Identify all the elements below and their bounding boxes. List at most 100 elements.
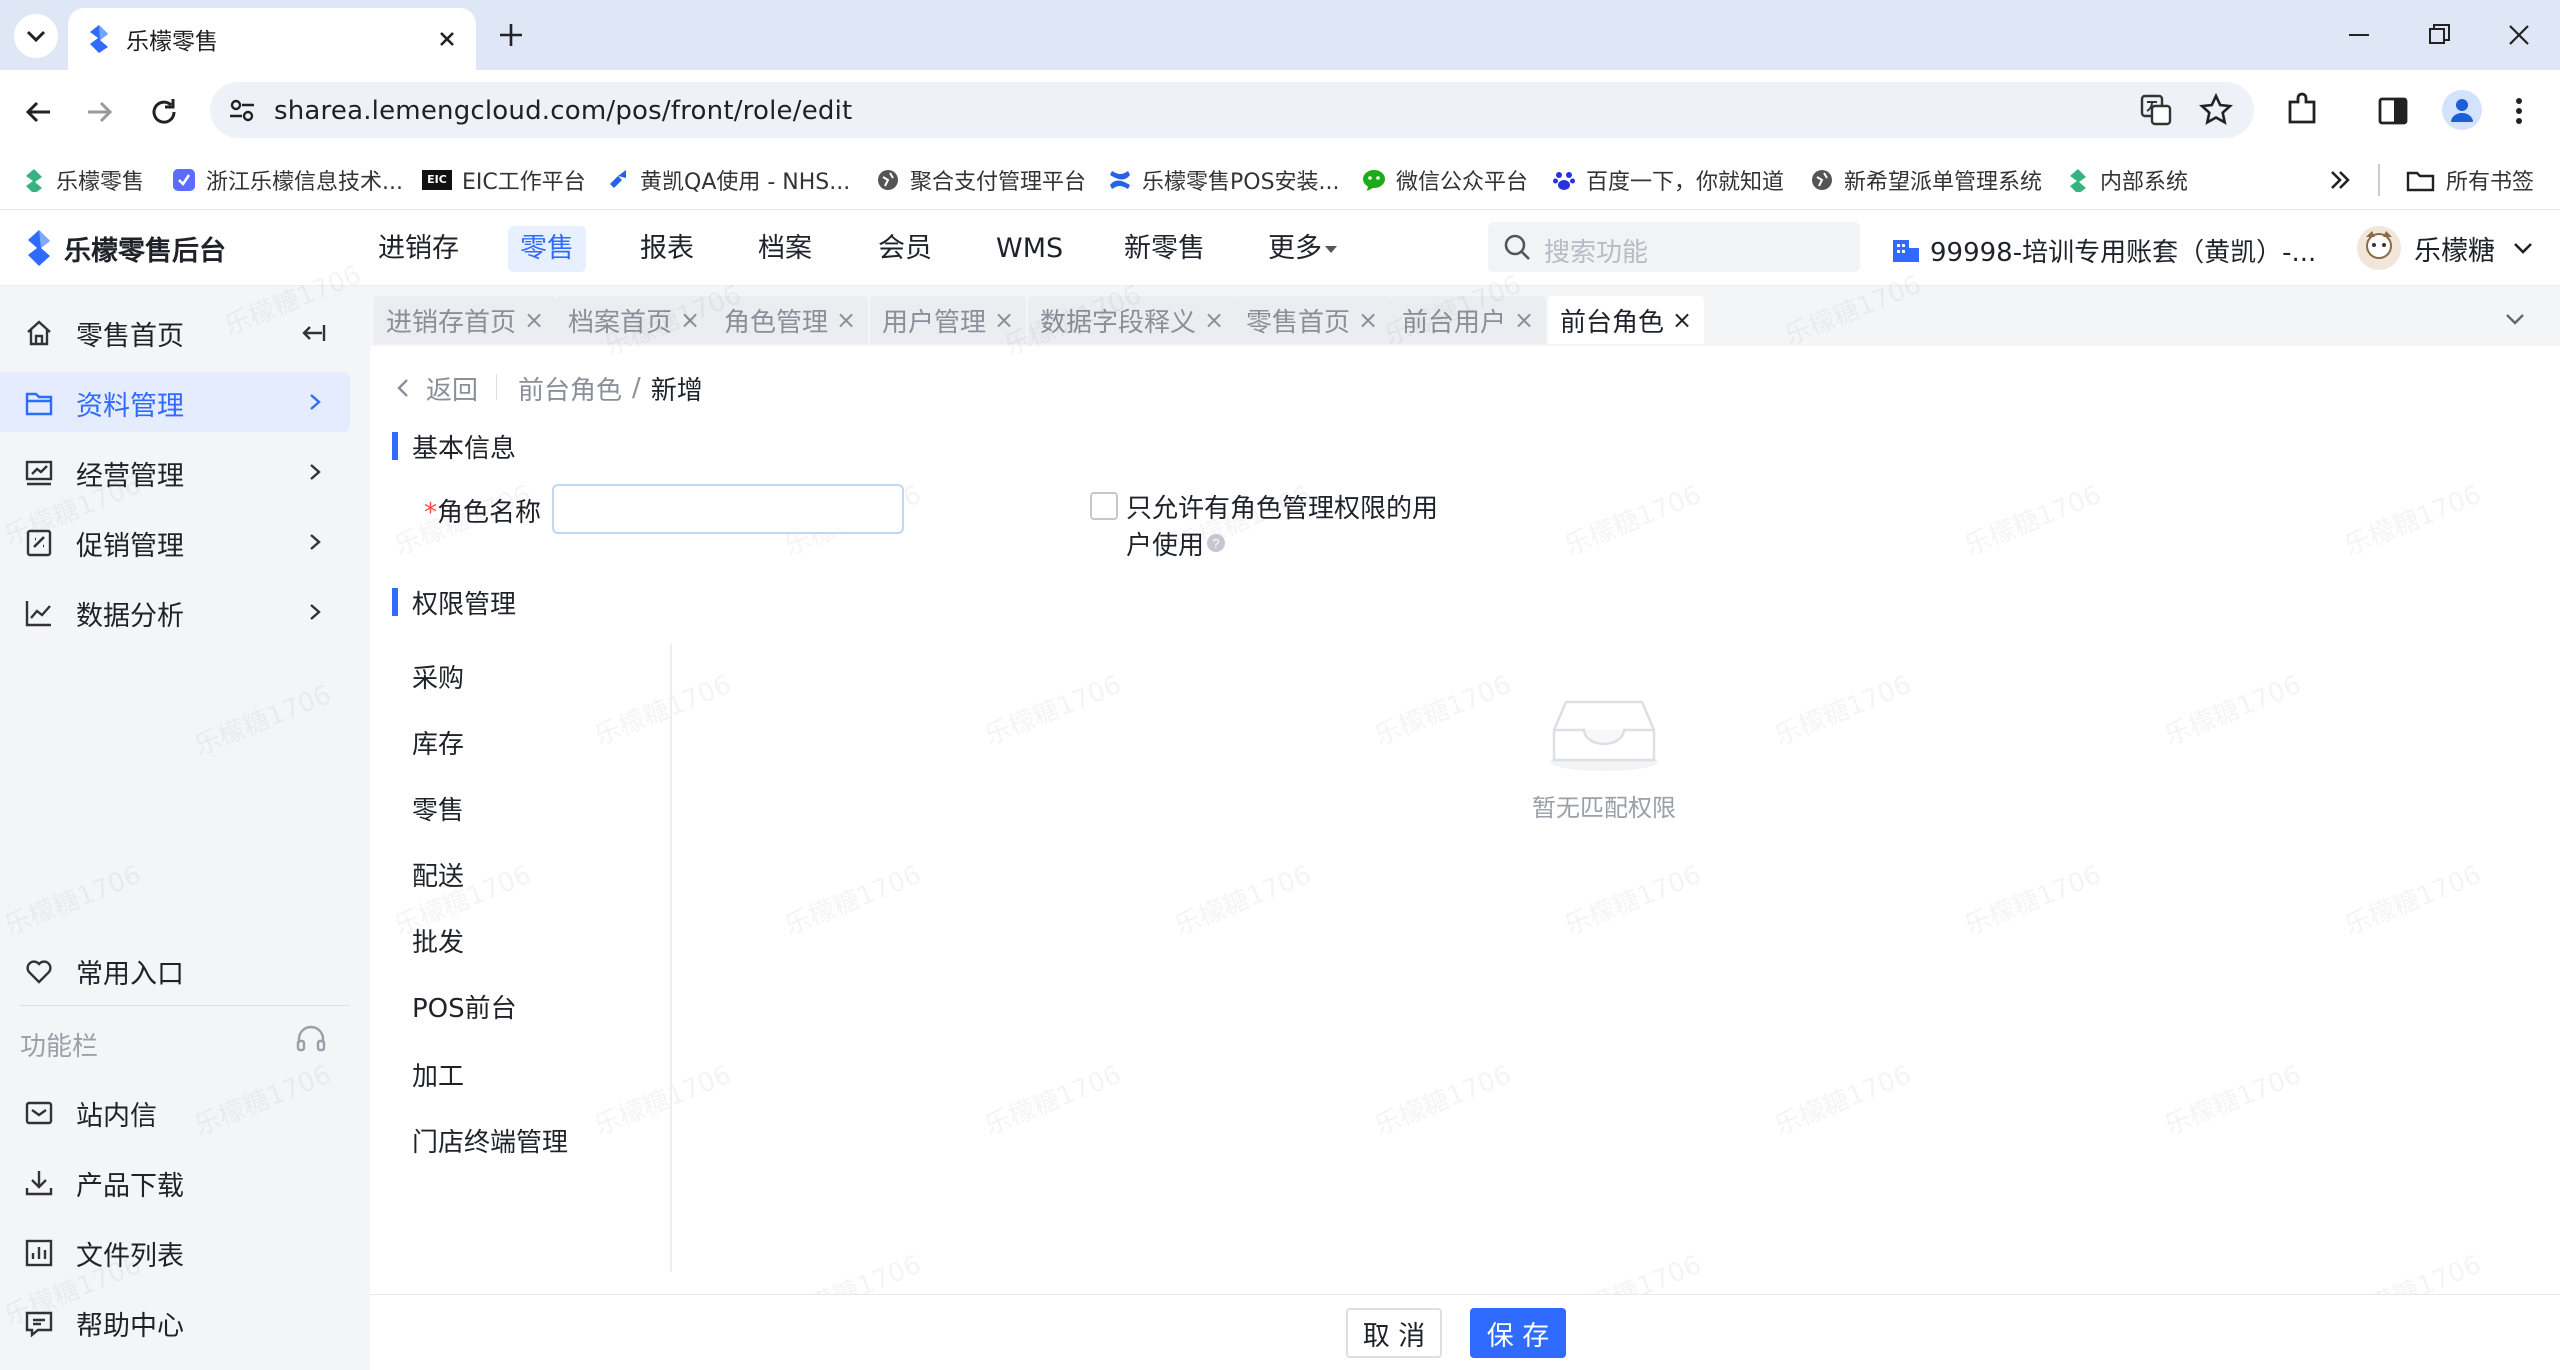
tab-user-management[interactable]: 用户管理 × (870, 296, 1027, 344)
nav-item-wms[interactable]: WMS (984, 226, 1075, 272)
tab-inventory-home[interactable]: 进销存首页 × (374, 296, 557, 344)
bookmark-item[interactable]: 乐檬零售 (22, 162, 144, 198)
bookmark-item[interactable]: 百度一下，你就知道 (1552, 162, 1784, 198)
bookmark-item[interactable]: 新希望派单管理系统 (1810, 162, 2042, 198)
nav-item-inventory[interactable]: 进销存 (366, 226, 471, 272)
close-icon[interactable]: × (1204, 306, 1224, 334)
bookmark-item[interactable]: EIC EIC工作平台 (422, 162, 586, 198)
reload-icon[interactable] (146, 94, 182, 130)
sidebar-item-file-list[interactable]: 文件列表 (0, 1222, 350, 1282)
sidebar-item-data-management[interactable]: 资料管理 (0, 372, 350, 432)
permission-category-item[interactable]: 零售 (412, 790, 464, 827)
bookmark-star-icon[interactable] (2198, 92, 2234, 128)
tab-front-roles[interactable]: 前台角色 × (1548, 296, 1705, 344)
address-bar[interactable]: sharea.lemengcloud.com/pos/front/role/ed… (210, 82, 2254, 138)
tabs-dropdown-icon[interactable] (2500, 304, 2530, 334)
chevron-right-icon (310, 394, 321, 410)
function-search-input[interactable]: 搜索功能 (1488, 222, 1860, 272)
side-panel-icon[interactable] (2376, 94, 2410, 128)
nav-item-new-retail[interactable]: 新零售 (1112, 226, 1217, 272)
sidebar-item-operations[interactable]: 经营管理 (0, 442, 350, 502)
close-icon[interactable]: × (1358, 306, 1378, 334)
help-tooltip-icon[interactable]: ? (1206, 533, 1226, 553)
monitor-chart-icon (25, 460, 53, 486)
user-menu[interactable]: 乐檬糖 (2356, 224, 2537, 272)
close-tab-icon[interactable] (434, 26, 460, 52)
extensions-icon[interactable] (2284, 92, 2320, 128)
bookmark-item[interactable]: 微信公众平台 (1362, 162, 1528, 198)
browser-tab[interactable]: 乐檬零售 (68, 8, 476, 70)
close-icon[interactable]: × (836, 306, 856, 334)
sidebar-item-retail-home[interactable]: 零售首页 (0, 302, 350, 362)
globe-icon (878, 170, 898, 190)
headset-icon[interactable] (294, 1024, 328, 1058)
lemeng-icon (26, 169, 42, 192)
close-window-icon[interactable] (2504, 20, 2534, 50)
translate-icon[interactable] (2138, 92, 2174, 128)
nav-item-archives[interactable]: 档案 (746, 226, 824, 272)
profile-avatar[interactable] (2442, 90, 2482, 130)
bookmark-item[interactable]: 乐檬零售POS安装... (1108, 162, 1340, 198)
close-icon[interactable]: × (524, 306, 544, 334)
close-icon[interactable]: × (1672, 306, 1692, 334)
bookmark-item[interactable]: 黄凯QA使用 - NHS... (606, 162, 850, 198)
restore-icon[interactable] (2424, 20, 2454, 50)
sidebar-item-messages[interactable]: 站内信 (0, 1082, 350, 1142)
more-bookmarks-icon[interactable] (2324, 164, 2356, 196)
lemeng-favicon-icon (90, 25, 108, 53)
jira-icon (610, 170, 626, 188)
permission-category-item[interactable]: 配送 (412, 856, 464, 893)
help-icon (25, 1311, 53, 1338)
all-bookmarks-button[interactable]: 所有书签 (2406, 162, 2534, 198)
download-icon (25, 1171, 53, 1196)
chevron-down-icon (26, 30, 46, 43)
tab-role-management[interactable]: 角色管理 × (712, 296, 869, 344)
permission-category-item[interactable]: 批发 (412, 922, 464, 959)
role-name-input[interactable] (552, 484, 904, 534)
nav-item-more[interactable]: 更多 (1256, 226, 1350, 272)
forward-icon[interactable] (82, 94, 118, 130)
empty-state-text: 暂无匹配权限 (1532, 794, 1676, 822)
app-logo[interactable]: 乐檬零售后台 (24, 228, 226, 268)
restrict-role-checkbox[interactable] (1090, 492, 1118, 520)
sidebar-item-promotions[interactable]: 促销管理 (0, 512, 350, 572)
bookmark-item[interactable]: 内部系统 (2066, 162, 2188, 198)
nav-item-members[interactable]: 会员 (866, 226, 944, 272)
site-settings-icon[interactable] (226, 94, 258, 126)
bookmark-item[interactable]: 浙江乐檬信息技术... (172, 162, 403, 198)
close-icon[interactable]: × (680, 306, 700, 334)
cancel-button[interactable]: 取 消 (1346, 1308, 1442, 1358)
save-button[interactable]: 保 存 (1470, 1308, 1566, 1358)
menu-dots-icon[interactable] (2504, 94, 2534, 128)
nav-item-reports[interactable]: 报表 (628, 226, 706, 272)
account-selector[interactable]: 99998-培训专用账套（黄凯）-... (1890, 230, 2316, 270)
permission-category-item[interactable]: POS前台 (412, 988, 517, 1025)
sidebar-item-downloads[interactable]: 产品下载 (0, 1152, 350, 1212)
promotion-icon (26, 529, 52, 557)
back-icon[interactable] (20, 94, 56, 130)
tab-archives-home[interactable]: 档案首页 × (556, 296, 713, 344)
collapse-sidebar-icon[interactable] (300, 320, 326, 346)
tab-retail-home[interactable]: 零售首页 × (1234, 296, 1391, 344)
section-marker (392, 588, 398, 616)
close-icon[interactable]: × (994, 306, 1014, 334)
breadcrumb-parent[interactable]: 前台角色 (518, 370, 622, 407)
tab-data-field-definitions[interactable]: 数据字段释义 × (1028, 296, 1237, 344)
back-button[interactable]: 返回 (392, 370, 478, 406)
sidebar-item-data-analysis[interactable]: 数据分析 (0, 582, 350, 642)
permission-category-item[interactable]: 库存 (412, 724, 464, 761)
new-tab-icon[interactable] (496, 20, 526, 50)
sidebar-item-help[interactable]: 帮助中心 (0, 1292, 350, 1352)
permission-category-item[interactable]: 加工 (412, 1056, 464, 1093)
tab-front-users[interactable]: 前台用户 × (1390, 296, 1547, 344)
restrict-role-label-line1: 只允许有角色管理权限的用 (1126, 494, 1439, 524)
permission-category-item[interactable]: 门店终端管理 (412, 1122, 568, 1159)
tab-search-button[interactable] (14, 14, 58, 58)
form-footer (370, 1294, 2560, 1370)
close-icon[interactable]: × (1514, 306, 1534, 334)
minimize-icon[interactable] (2344, 20, 2374, 50)
bookmark-item[interactable]: 聚合支付管理平台 (876, 162, 1086, 198)
nav-item-retail[interactable]: 零售 (508, 226, 586, 272)
permission-category-item[interactable]: 采购 (412, 658, 464, 695)
sidebar-item-favorites[interactable]: 常用入口 (0, 940, 350, 1000)
